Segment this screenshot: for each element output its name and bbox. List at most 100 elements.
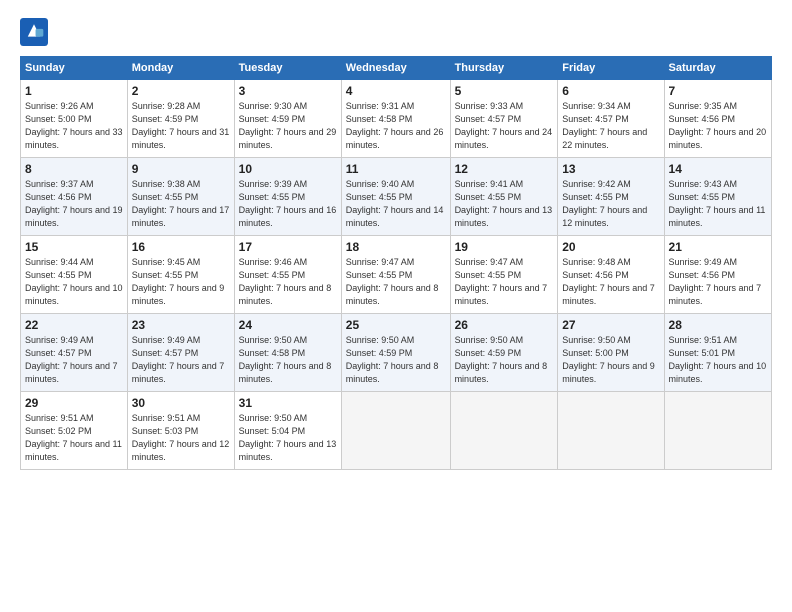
day-number: 11 [346, 162, 446, 176]
day-info: Sunrise: 9:46 AMSunset: 4:55 PMDaylight:… [239, 257, 332, 306]
day-cell: 12 Sunrise: 9:41 AMSunset: 4:55 PMDayligh… [450, 158, 558, 236]
day-cell: 14 Sunrise: 9:43 AMSunset: 4:55 PMDayligh… [664, 158, 771, 236]
header-row: SundayMondayTuesdayWednesdayThursdayFrid… [21, 57, 772, 80]
day-cell: 22 Sunrise: 9:49 AMSunset: 4:57 PMDayligh… [21, 314, 128, 392]
day-info: Sunrise: 9:43 AMSunset: 4:55 PMDaylight:… [669, 179, 766, 228]
day-number: 19 [455, 240, 554, 254]
calendar-table: SundayMondayTuesdayWednesdayThursdayFrid… [20, 56, 772, 470]
day-info: Sunrise: 9:50 AMSunset: 5:04 PMDaylight:… [239, 413, 337, 462]
page: SundayMondayTuesdayWednesdayThursdayFrid… [0, 0, 792, 612]
day-number: 16 [132, 240, 230, 254]
col-header-sunday: Sunday [21, 57, 128, 80]
day-number: 22 [25, 318, 123, 332]
day-info: Sunrise: 9:40 AMSunset: 4:55 PMDaylight:… [346, 179, 444, 228]
day-cell: 4 Sunrise: 9:31 AMSunset: 4:58 PMDaylight… [341, 80, 450, 158]
day-info: Sunrise: 9:49 AMSunset: 4:57 PMDaylight:… [132, 335, 225, 384]
day-cell: 31 Sunrise: 9:50 AMSunset: 5:04 PMDayligh… [234, 392, 341, 470]
day-number: 24 [239, 318, 337, 332]
day-cell: 20Sunrise: 9:48 AMSunset: 4:56 PMDayligh… [558, 236, 664, 314]
col-header-saturday: Saturday [664, 57, 771, 80]
day-info: Sunrise: 9:41 AMSunset: 4:55 PMDaylight:… [455, 179, 553, 228]
day-info: Sunrise: 9:39 AMSunset: 4:55 PMDaylight:… [239, 179, 337, 228]
day-number: 14 [669, 162, 767, 176]
day-cell: 6 Sunrise: 9:34 AMSunset: 4:57 PMDaylight… [558, 80, 664, 158]
day-number: 9 [132, 162, 230, 176]
day-number: 10 [239, 162, 337, 176]
day-info: Sunrise: 9:35 AMSunset: 4:56 PMDaylight:… [669, 101, 767, 150]
col-header-friday: Friday [558, 57, 664, 80]
day-info: Sunrise: 9:51 AMSunset: 5:02 PMDaylight:… [25, 413, 122, 462]
day-number: 31 [239, 396, 337, 410]
day-info: Sunrise: 9:50 AMSunset: 5:00 PMDaylight:… [562, 335, 655, 384]
day-cell: 29Sunrise: 9:51 AMSunset: 5:02 PMDayligh… [21, 392, 128, 470]
day-number: 12 [455, 162, 554, 176]
day-cell: 28 Sunrise: 9:51 AMSunset: 5:01 PMDayligh… [664, 314, 771, 392]
day-cell [450, 392, 558, 470]
day-number: 21 [669, 240, 767, 254]
day-info: Sunrise: 9:51 AMSunset: 5:01 PMDaylight:… [669, 335, 767, 384]
week-row-1: 1 Sunrise: 9:26 AMSunset: 5:00 PMDaylight… [21, 80, 772, 158]
day-cell [664, 392, 771, 470]
week-row-5: 29Sunrise: 9:51 AMSunset: 5:02 PMDayligh… [21, 392, 772, 470]
day-number: 3 [239, 84, 337, 98]
day-info: Sunrise: 9:45 AMSunset: 4:55 PMDaylight:… [132, 257, 225, 306]
day-cell: 13Sunrise: 9:42 AMSunset: 4:55 PMDayligh… [558, 158, 664, 236]
day-number: 2 [132, 84, 230, 98]
header [20, 18, 772, 46]
day-info: Sunrise: 9:49 AMSunset: 4:56 PMDaylight:… [669, 257, 762, 306]
day-info: Sunrise: 9:31 AMSunset: 4:58 PMDaylight:… [346, 101, 444, 150]
week-row-3: 15Sunrise: 9:44 AMSunset: 4:55 PMDayligh… [21, 236, 772, 314]
day-number: 18 [346, 240, 446, 254]
day-cell: 10 Sunrise: 9:39 AMSunset: 4:55 PMDayligh… [234, 158, 341, 236]
day-cell: 7 Sunrise: 9:35 AMSunset: 4:56 PMDaylight… [664, 80, 771, 158]
day-cell [341, 392, 450, 470]
day-number: 28 [669, 318, 767, 332]
day-info: Sunrise: 9:47 AMSunset: 4:55 PMDaylight:… [346, 257, 439, 306]
day-cell: 21 Sunrise: 9:49 AMSunset: 4:56 PMDayligh… [664, 236, 771, 314]
day-info: Sunrise: 9:33 AMSunset: 4:57 PMDaylight:… [455, 101, 553, 150]
day-info: Sunrise: 9:28 AMSunset: 4:59 PMDaylight:… [132, 101, 230, 150]
day-info: Sunrise: 9:34 AMSunset: 4:57 PMDaylight:… [562, 101, 647, 150]
day-info: Sunrise: 9:49 AMSunset: 4:57 PMDaylight:… [25, 335, 118, 384]
day-cell: 17Sunrise: 9:46 AMSunset: 4:55 PMDayligh… [234, 236, 341, 314]
col-header-monday: Monday [127, 57, 234, 80]
day-number: 15 [25, 240, 123, 254]
logo [20, 18, 52, 46]
day-cell: 5 Sunrise: 9:33 AMSunset: 4:57 PMDaylight… [450, 80, 558, 158]
day-number: 30 [132, 396, 230, 410]
day-number: 6 [562, 84, 659, 98]
day-info: Sunrise: 9:50 AMSunset: 4:59 PMDaylight:… [455, 335, 548, 384]
day-number: 4 [346, 84, 446, 98]
day-cell: 8 Sunrise: 9:37 AMSunset: 4:56 PMDaylight… [21, 158, 128, 236]
day-number: 8 [25, 162, 123, 176]
day-info: Sunrise: 9:37 AMSunset: 4:56 PMDaylight:… [25, 179, 123, 228]
day-number: 5 [455, 84, 554, 98]
day-cell: 23 Sunrise: 9:49 AMSunset: 4:57 PMDayligh… [127, 314, 234, 392]
day-cell: 18 Sunrise: 9:47 AMSunset: 4:55 PMDayligh… [341, 236, 450, 314]
day-cell: 3 Sunrise: 9:30 AMSunset: 4:59 PMDaylight… [234, 80, 341, 158]
day-number: 23 [132, 318, 230, 332]
day-number: 25 [346, 318, 446, 332]
day-info: Sunrise: 9:38 AMSunset: 4:55 PMDaylight:… [132, 179, 230, 228]
col-header-tuesday: Tuesday [234, 57, 341, 80]
day-info: Sunrise: 9:30 AMSunset: 4:59 PMDaylight:… [239, 101, 337, 150]
day-number: 7 [669, 84, 767, 98]
day-info: Sunrise: 9:42 AMSunset: 4:55 PMDaylight:… [562, 179, 647, 228]
day-cell: 19 Sunrise: 9:47 AMSunset: 4:55 PMDayligh… [450, 236, 558, 314]
day-cell: 1 Sunrise: 9:26 AMSunset: 5:00 PMDaylight… [21, 80, 128, 158]
day-info: Sunrise: 9:47 AMSunset: 4:55 PMDaylight:… [455, 257, 548, 306]
day-info: Sunrise: 9:51 AMSunset: 5:03 PMDaylight:… [132, 413, 230, 462]
day-number: 27 [562, 318, 659, 332]
day-info: Sunrise: 9:50 AMSunset: 4:58 PMDaylight:… [239, 335, 332, 384]
day-cell: 2 Sunrise: 9:28 AMSunset: 4:59 PMDaylight… [127, 80, 234, 158]
day-cell: 15Sunrise: 9:44 AMSunset: 4:55 PMDayligh… [21, 236, 128, 314]
day-info: Sunrise: 9:26 AMSunset: 5:00 PMDaylight:… [25, 101, 123, 150]
day-cell: 25Sunrise: 9:50 AMSunset: 4:59 PMDayligh… [341, 314, 450, 392]
day-number: 1 [25, 84, 123, 98]
day-cell: 16 Sunrise: 9:45 AMSunset: 4:55 PMDayligh… [127, 236, 234, 314]
day-cell: 11 Sunrise: 9:40 AMSunset: 4:55 PMDayligh… [341, 158, 450, 236]
week-row-4: 22 Sunrise: 9:49 AMSunset: 4:57 PMDayligh… [21, 314, 772, 392]
day-info: Sunrise: 9:48 AMSunset: 4:56 PMDaylight:… [562, 257, 655, 306]
day-cell [558, 392, 664, 470]
col-header-wednesday: Wednesday [341, 57, 450, 80]
